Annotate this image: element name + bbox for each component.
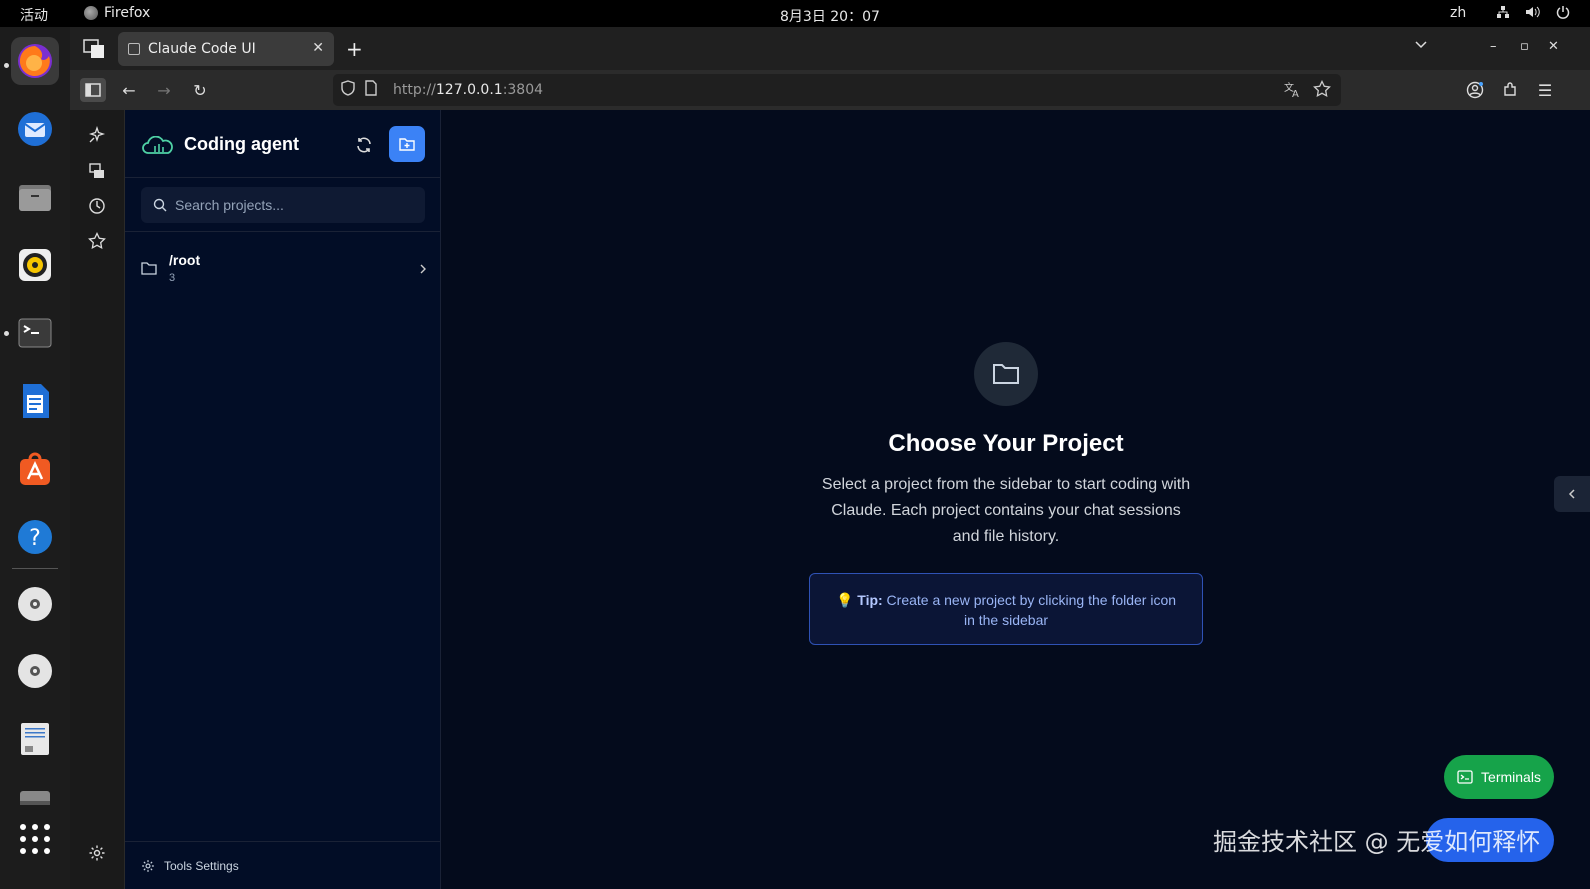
firefox-small-icon [84,6,98,20]
project-item[interactable]: /root 3 [133,244,433,290]
url-bar[interactable]: http://127.0.0.1:3804 文A [333,74,1341,106]
sidebar-header: Coding agent [125,110,440,178]
firefox-view-icon[interactable] [82,37,108,61]
forward-icon[interactable]: → [151,78,177,102]
drive-dock-icon[interactable] [11,773,59,821]
thunderbird-dock-icon[interactable] [11,105,59,153]
system-tray[interactable] [1495,4,1571,20]
extensions-icon[interactable] [1497,78,1523,102]
url-host: 127.0.0.1 [435,82,503,98]
refresh-projects-icon[interactable] [353,134,375,156]
close-window-icon[interactable]: ✕ [1548,39,1559,54]
dock: ? [0,27,70,889]
browser-sidebar-rail [70,110,125,889]
web-page: Coding agent /root 3 [70,110,1590,889]
minimize-window-icon[interactable]: – [1490,39,1497,54]
app-center-dock-icon[interactable] [11,445,59,493]
project-search-box[interactable] [141,187,425,223]
empty-state-title: Choose Your Project [888,430,1124,457]
firefox-window: Claude Code UI ✕ + – ▫ ✕ ← → ↻ http:// 1… [70,27,1590,889]
tools-settings-label: Tools Settings [164,859,239,873]
text-editor-dock-icon[interactable] [11,715,59,763]
chevron-left-icon [1568,489,1575,499]
translate-icon[interactable]: 文A [1283,80,1301,102]
list-all-tabs-icon[interactable] [1414,39,1428,54]
chevron-right-icon [419,260,427,279]
main-content: Choose Your Project Select a project fro… [441,110,1590,889]
lightbulb-icon: 💡 [835,592,854,608]
svg-text:A: A [1292,89,1299,98]
rhythmbox-dock-icon[interactable] [11,241,59,289]
clock[interactable]: 8月3日 20：07 [780,6,880,26]
synced-tabs-icon[interactable] [86,160,108,182]
bookmark-star-icon[interactable] [1313,79,1331,102]
tab-claude-code-ui[interactable]: Claude Code UI ✕ [118,32,334,66]
tip-label: Tip: [857,592,883,608]
activities-button[interactable]: 活动 [20,5,48,25]
back-icon[interactable]: ← [116,78,142,102]
tab-title: Claude Code UI [148,41,256,57]
optical-disc-dock-icon[interactable] [11,580,59,628]
system-top-bar: 活动 Firefox 8月3日 20：07 zh [0,0,1590,27]
sidebar-divider [125,231,441,232]
svg-text:?: ? [29,526,41,551]
tab-bar: Claude Code UI ✕ + – ▫ ✕ [70,27,1590,70]
empty-state-description: Select a project from the sidebar to sta… [821,476,1191,545]
project-sidebar: Coding agent /root 3 [125,110,441,889]
terminal-dock-icon[interactable] [11,309,59,357]
expand-panel-button[interactable] [1554,476,1590,512]
bookmarks-icon[interactable] [86,230,108,252]
active-app-menu[interactable]: Firefox [84,5,150,21]
folder-icon [141,260,157,279]
ai-chatbot-icon[interactable] [86,124,108,146]
input-language-indicator[interactable]: zh [1450,5,1466,21]
account-icon[interactable] [1462,78,1488,102]
tab-favicon-icon [128,43,140,55]
sidebar-title: Coding agent [184,134,299,154]
files-dock-icon[interactable] [11,173,59,221]
network-icon [1495,4,1511,20]
terminals-label: Terminals [1481,769,1541,785]
volume-icon [1525,4,1541,20]
tip-text: Create a new project by clicking the fol… [882,592,1177,628]
new-project-button[interactable] [389,126,425,162]
active-app-label: Firefox [104,5,151,21]
terminal-icon [1457,770,1473,784]
running-indicator [4,63,9,68]
restore-window-icon[interactable]: ▫ [1520,39,1529,54]
new-tab-button[interactable]: + [346,37,363,61]
show-apps-icon[interactable] [11,815,59,863]
help-dock-icon[interactable]: ? [11,513,59,561]
watermark: 掘金技术社区 @ 无爱如何释怀 [1213,828,1541,856]
cloud-logo-icon [141,135,175,160]
search-icon [153,198,167,212]
reload-icon[interactable]: ↻ [187,78,213,102]
folder-plus-icon [399,138,415,151]
customize-sidebar-gear-icon[interactable] [86,842,108,864]
optical-disc-dock-icon[interactable] [11,647,59,695]
url-scheme: http:// [393,82,436,98]
running-indicator [4,331,9,336]
tracking-protection-icon[interactable] [341,80,355,100]
tools-settings-button[interactable]: Tools Settings [125,841,441,889]
terminals-button[interactable]: Terminals [1444,755,1554,799]
nav-toolbar: ← → ↻ http://127.0.0.1:3804 文A ☰ [70,70,1590,110]
project-name: /root [169,252,201,268]
project-session-count: 3 [169,272,176,284]
sidebar-toggle-icon[interactable] [80,78,106,102]
settings-gear-icon [141,858,155,877]
dock-separator [12,568,58,569]
app-menu-icon[interactable]: ☰ [1532,78,1558,102]
writer-dock-icon[interactable] [11,377,59,425]
close-tab-icon[interactable]: ✕ [312,40,324,56]
history-icon[interactable] [86,195,108,217]
page-info-icon[interactable] [365,80,377,100]
power-icon [1555,4,1571,20]
folder-placeholder-icon [974,342,1038,406]
url-port: :3804 [502,82,544,98]
firefox-dock-icon[interactable] [11,37,59,85]
tip-box: 💡 Tip: Create a new project by clicking … [809,573,1203,645]
search-input[interactable] [175,197,415,213]
